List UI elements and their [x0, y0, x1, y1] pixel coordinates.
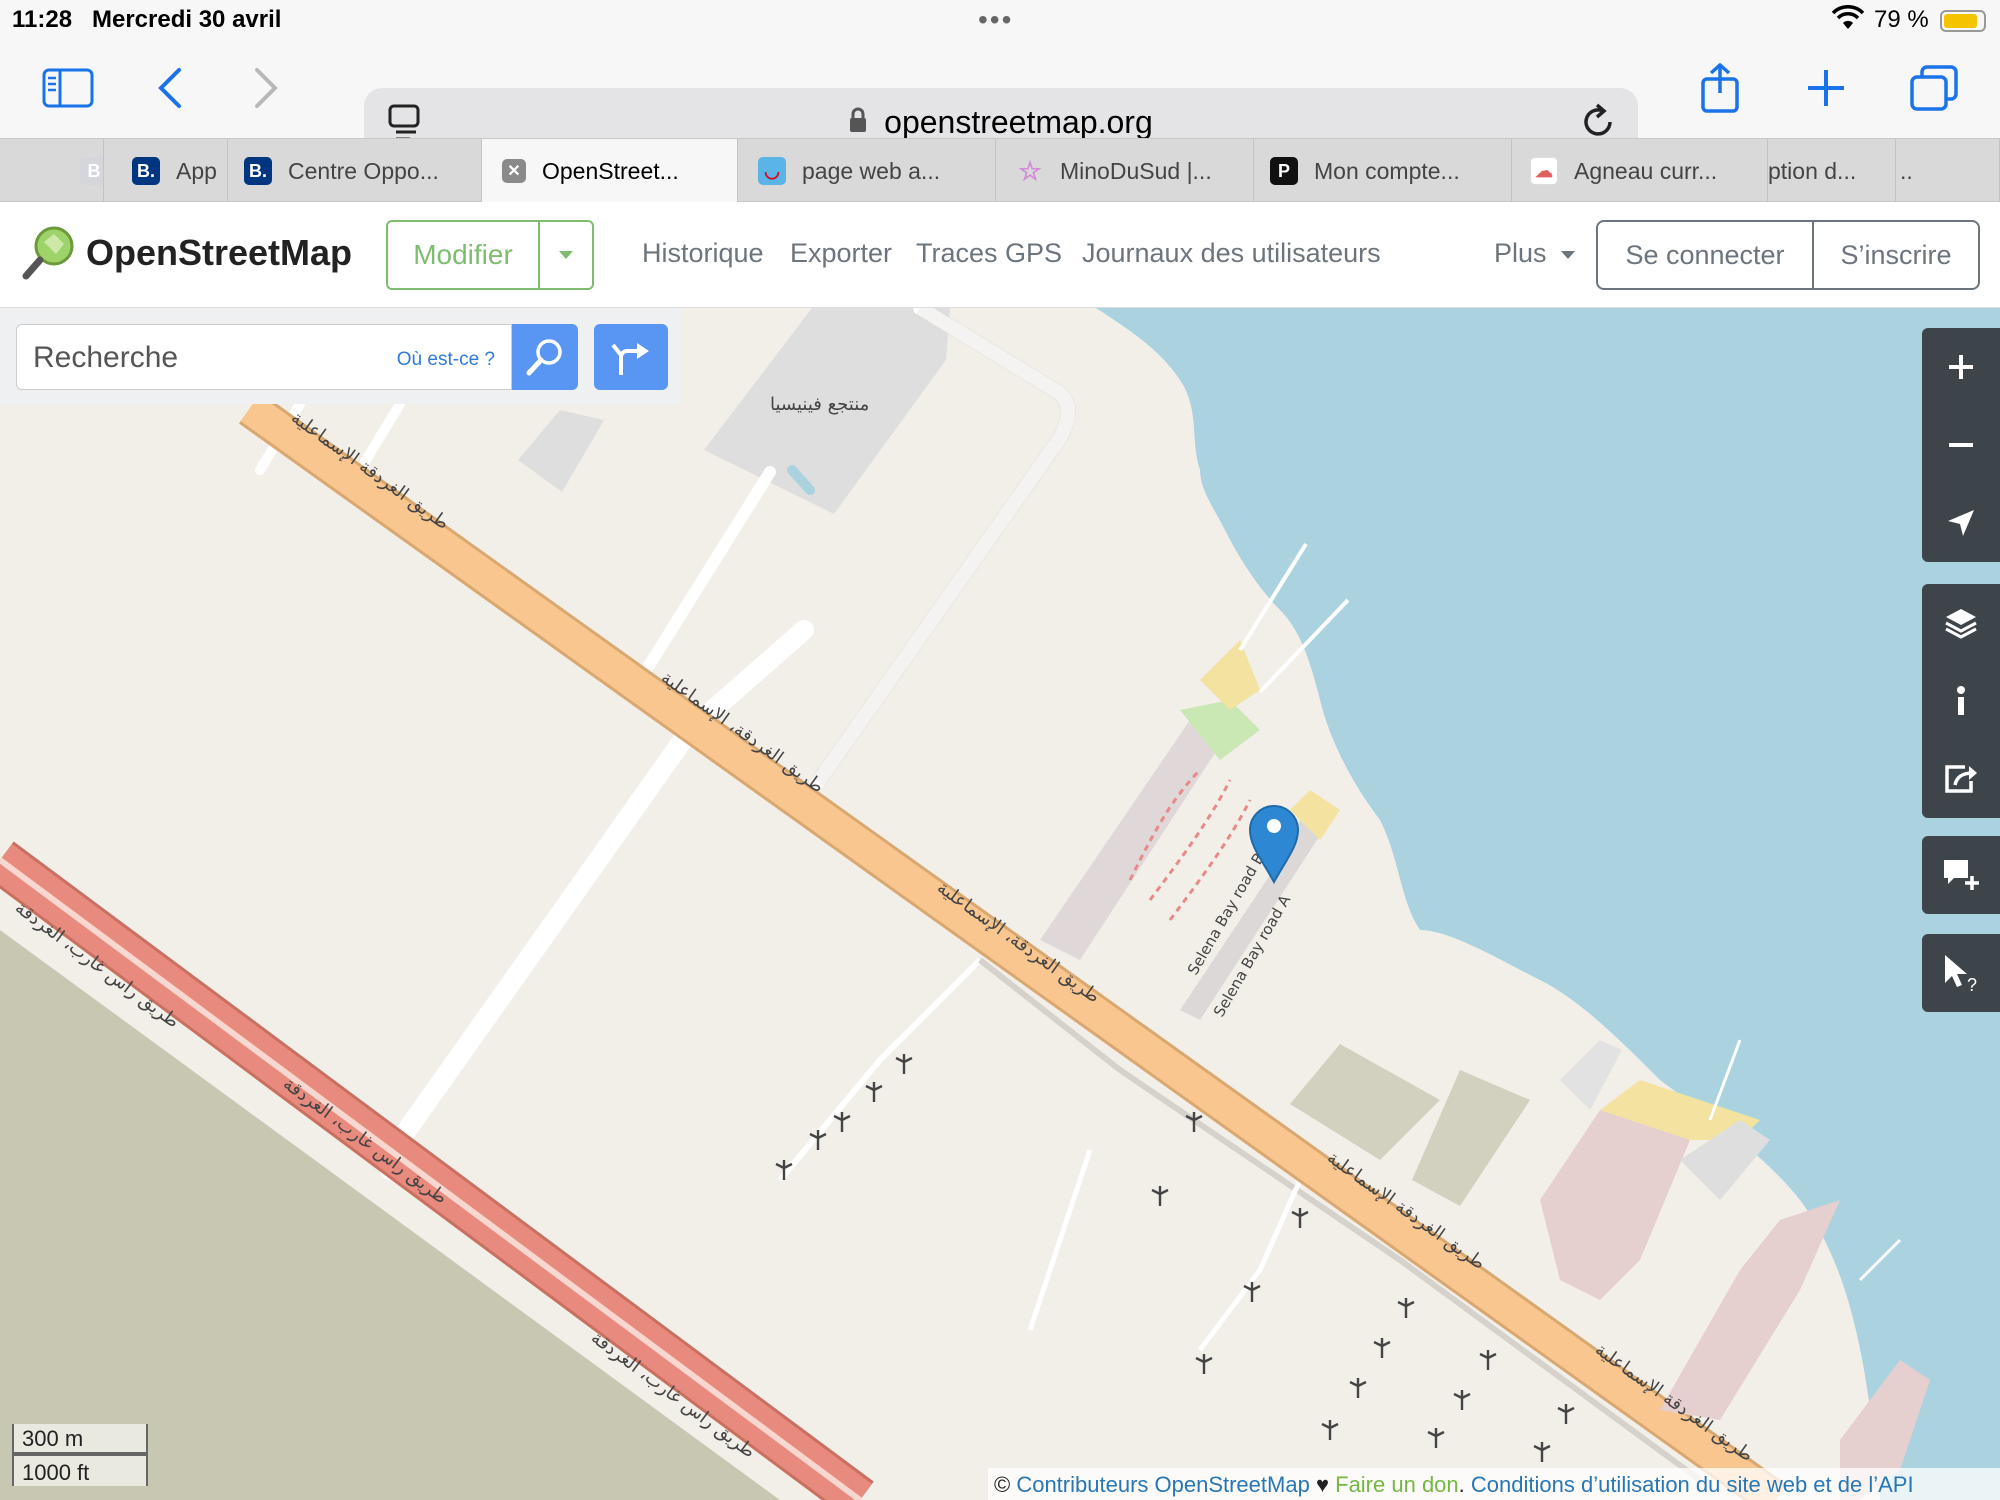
share-icon[interactable] [1922, 740, 2000, 818]
terms-link[interactable]: Conditions d’utilisation du site web et … [1471, 1472, 1914, 1497]
tab-bar: B B. App B. Centre Oppo... ✕ OpenStreet.… [0, 138, 2000, 203]
note-tools [1922, 836, 2000, 914]
osm-site-title[interactable]: OpenStreetMap [86, 232, 352, 274]
edit-button[interactable]: Modifier [388, 222, 540, 288]
directions-icon [611, 343, 649, 375]
battery-percent: 79 % [1874, 6, 1929, 33]
osm-header: OpenStreetMap Modifier Historique Export… [0, 202, 2000, 308]
caret-down-icon [559, 251, 573, 259]
nav-export-link[interactable]: Exporter [790, 238, 892, 269]
map-scale: 300 m 1000 ft [12, 1424, 148, 1486]
tab-label: App [176, 157, 217, 184]
query-icon[interactable]: ? [1922, 934, 2000, 1012]
forward-icon[interactable] [236, 58, 296, 118]
contributors-link[interactable]: Contributeurs OpenStreetMap [1016, 1472, 1310, 1497]
nav-gps-traces-link[interactable]: Traces GPS [916, 238, 1062, 269]
separator-text: . [1458, 1472, 1471, 1497]
url-text: openstreetmap.org [884, 104, 1153, 140]
tab-label: page web a... [802, 157, 941, 184]
zoom-in-icon[interactable] [1922, 328, 2000, 406]
map-attribution: © Contributeurs OpenStreetMap ♥ Faire un… [988, 1468, 2000, 1500]
search-panel: Recherche Où est-ce ? [0, 308, 682, 404]
booking-favicon-icon: B. [244, 157, 272, 185]
tab-label: MinoDuSud |... [1060, 157, 1212, 184]
scale-metric: 300 m [12, 1424, 148, 1454]
tab-openstreetmap[interactable]: ✕ OpenStreet... [482, 139, 738, 203]
donate-link[interactable]: Faire un don [1335, 1472, 1459, 1497]
new-tab-icon[interactable] [1796, 58, 1856, 118]
share-icon[interactable] [1690, 58, 1750, 118]
heart-text: ♥ [1309, 1472, 1336, 1497]
nav-user-diaries-link[interactable]: Journaux des utilisateurs [1082, 238, 1381, 269]
search-placeholder: Recherche [33, 341, 179, 374]
tab-item[interactable]: ◡ page web a... [738, 139, 996, 203]
nav-history-link[interactable]: Historique [642, 238, 764, 269]
search-input[interactable]: Recherche Où est-ce ? [16, 324, 512, 390]
cooking-favicon-icon: ☁ [1530, 157, 1558, 185]
place-label: منتجع فينيسيا [770, 394, 869, 415]
zoom-out-icon[interactable] [1922, 406, 2000, 484]
tab-item[interactable]: B. Centre Oppo... [228, 139, 482, 203]
tab-item[interactable]: B [40, 139, 104, 203]
wifi-icon [1831, 5, 1865, 38]
status-bar: 11:28 Mercredi 30 avril ••• 79 % [0, 0, 2000, 40]
map-tools [1922, 584, 2000, 818]
tab-label: Centre Oppo... [288, 157, 439, 184]
tab-item[interactable]: P Mon compte... [1254, 139, 1512, 203]
tab-label: Agneau curr... [1574, 157, 1718, 184]
tui-favicon-icon: ◡ [758, 157, 786, 185]
locate-icon[interactable] [1922, 484, 2000, 562]
star-favicon-icon: ☆ [1018, 155, 1042, 186]
query-tools: ? [1922, 934, 2000, 1012]
osm-logo-icon[interactable] [20, 222, 80, 287]
battery-icon [1940, 10, 1986, 32]
booking-favicon-icon: B [80, 157, 103, 185]
login-button[interactable]: Se connecter [1596, 220, 1814, 290]
add-note-icon[interactable] [1922, 836, 2000, 914]
tab-item[interactable]: ☁ Agneau curr... [1512, 139, 1768, 203]
signup-button[interactable]: S’inscrire [1812, 220, 1980, 290]
tab-label: .. [1900, 157, 1913, 184]
lock-icon [849, 104, 876, 140]
status-date: Mercredi 30 avril [92, 6, 282, 33]
p-favicon-icon: P [1270, 157, 1298, 185]
status-time: 11:28 [12, 6, 73, 33]
search-icon [526, 339, 562, 376]
tab-item[interactable]: ☆ MinoDuSud |... [996, 139, 1254, 203]
tab-label: Mon compte... [1314, 157, 1460, 184]
edit-button-group: Modifier [386, 220, 594, 290]
more-menu-button[interactable]: Plus [1494, 238, 1576, 269]
sidebar-icon[interactable] [38, 58, 98, 118]
scale-imperial: 1000 ft [12, 1454, 148, 1486]
more-label: Plus [1494, 238, 1547, 268]
svg-text:?: ? [1967, 975, 1977, 993]
tab-label: ption d... [1768, 157, 1857, 184]
back-icon[interactable] [140, 58, 200, 118]
edit-dropdown-button[interactable] [540, 222, 592, 288]
caret-down-icon [1561, 250, 1576, 259]
close-tab-icon[interactable]: ✕ [502, 159, 526, 183]
layers-icon[interactable] [1922, 584, 2000, 662]
directions-button[interactable] [594, 324, 668, 390]
tab-item[interactable]: B. App [104, 139, 228, 203]
browser-toolbar: openstreetmap.org [0, 40, 2000, 156]
tab-item[interactable]: .. [1896, 139, 2000, 203]
tab-label: OpenStreet... [542, 157, 679, 184]
tabs-overview-icon[interactable] [1904, 58, 1964, 118]
multitasking-dots-icon[interactable]: ••• [978, 4, 1013, 36]
search-button[interactable] [512, 324, 578, 390]
where-is-this-link[interactable]: Où est-ce ? [397, 349, 495, 371]
zoom-controls [1922, 328, 2000, 562]
copyright-text: © [994, 1472, 1017, 1497]
map-canvas[interactable]: طريق الغردقة الإسماعلية طريق الغردقة، ال… [0, 308, 2000, 1500]
tab-item[interactable]: ption d... [1768, 139, 1896, 203]
booking-favicon-icon: B. [132, 157, 160, 185]
info-icon[interactable] [1922, 662, 2000, 740]
